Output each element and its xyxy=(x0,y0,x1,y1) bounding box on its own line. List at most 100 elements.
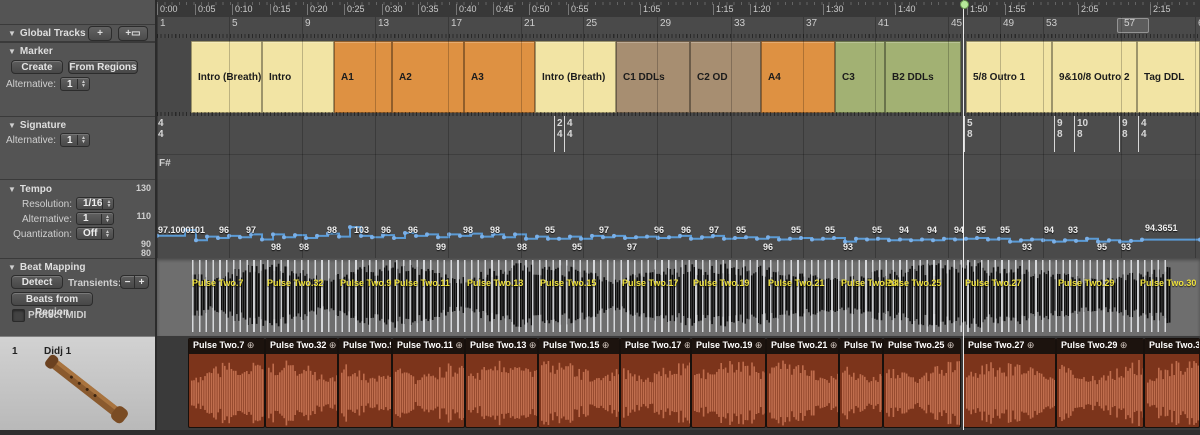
tempo-node[interactable] xyxy=(733,236,737,240)
tempo-node[interactable] xyxy=(700,235,704,239)
tempo-node[interactable] xyxy=(315,234,319,238)
tempo-node[interactable] xyxy=(568,235,572,239)
tempo-node[interactable] xyxy=(744,235,748,239)
tempo-node[interactable] xyxy=(887,238,891,242)
tempo-quantization-stepper[interactable]: Off▲▼ xyxy=(76,227,114,240)
tempo-node[interactable] xyxy=(964,237,968,241)
audio-track-lane[interactable]: Pulse Two.7 ⊕Pulse Two.32 ⊕Pulse Two.9 ⊕… xyxy=(157,336,1200,430)
tempo-node[interactable] xyxy=(524,237,528,241)
marker-region[interactable]: B2 DDLs xyxy=(885,41,961,113)
marker-region[interactable]: Intro (Breath) xyxy=(191,41,262,113)
transient-plus-button[interactable]: + xyxy=(134,275,149,289)
marker-region[interactable]: Tag DDL xyxy=(1137,41,1200,113)
tempo-node[interactable] xyxy=(920,237,924,241)
tempo-node[interactable] xyxy=(975,236,979,240)
audio-region[interactable]: Pulse Two.23 ⊕ xyxy=(839,338,883,428)
signature-event[interactable]: 98 xyxy=(1057,118,1063,140)
tempo-node[interactable] xyxy=(502,235,506,239)
marker-region[interactable]: A1 xyxy=(334,41,392,113)
tempo-node[interactable] xyxy=(403,231,407,235)
bottom-scroll-strip[interactable] xyxy=(0,430,1200,435)
tempo-node[interactable] xyxy=(1140,238,1144,242)
tempo-node[interactable] xyxy=(282,235,286,239)
audio-region[interactable]: Pulse Two.32 ⊕ xyxy=(265,338,338,428)
tempo-node[interactable] xyxy=(722,237,726,241)
tempo-node[interactable] xyxy=(425,232,429,236)
stepper-arrows-icon[interactable]: ▲▼ xyxy=(102,199,114,209)
tempo-node[interactable] xyxy=(1074,239,1078,243)
tempo-node[interactable] xyxy=(194,238,198,242)
tempo-node[interactable] xyxy=(480,235,484,239)
tempo-node[interactable] xyxy=(865,237,869,241)
tempo-node[interactable] xyxy=(612,234,616,238)
audio-region[interactable]: Pulse Two.29 ⊕ xyxy=(1056,338,1144,428)
audio-region[interactable]: Pulse Two.13 ⊕ xyxy=(465,338,538,428)
tempo-node[interactable] xyxy=(1008,240,1012,244)
marker-from-regions-button[interactable]: From Regions xyxy=(68,60,138,74)
tempo-node[interactable] xyxy=(546,237,550,241)
tempo-node[interactable] xyxy=(260,237,264,241)
tempo-node[interactable] xyxy=(590,234,594,238)
tempo-node[interactable] xyxy=(777,237,781,241)
playhead[interactable] xyxy=(963,0,964,430)
marker-region[interactable]: A3 xyxy=(464,41,535,113)
disclosure-triangle-icon[interactable]: ▼ xyxy=(8,47,16,56)
tempo-node[interactable] xyxy=(1085,237,1089,241)
marker-region[interactable]: Intro (Breath) xyxy=(535,41,616,113)
marker-region[interactable]: Intro xyxy=(262,41,334,113)
audio-region[interactable]: Pulse Two.15 ⊕ xyxy=(538,338,620,428)
audio-region[interactable]: Pulse Two.11 ⊕ xyxy=(392,338,465,428)
time-ruler[interactable]: 0:000:050:100:150:200:250:300:350:400:45… xyxy=(157,0,1200,18)
tempo-node[interactable] xyxy=(689,237,693,241)
tempo-node[interactable] xyxy=(293,233,297,237)
tempo-node[interactable] xyxy=(216,236,220,240)
marker-region[interactable]: A2 xyxy=(392,41,464,113)
tempo-node[interactable] xyxy=(634,235,638,239)
beat-detect-button[interactable]: Detect xyxy=(11,275,63,289)
tempo-node[interactable] xyxy=(766,235,770,239)
disclosure-triangle-icon[interactable]: ▼ xyxy=(8,29,16,38)
marker-region[interactable]: C1 DDLs xyxy=(616,41,690,113)
tempo-node[interactable] xyxy=(1052,240,1056,244)
audio-region[interactable]: Pulse Two.9 ⊕ xyxy=(338,338,392,428)
tempo-node[interactable] xyxy=(535,235,539,239)
tempo-node[interactable] xyxy=(909,238,913,242)
tempo-node[interactable] xyxy=(623,236,627,240)
track-header[interactable]: 1 Didj 1 xyxy=(0,336,155,430)
disclosure-triangle-icon[interactable]: ▼ xyxy=(8,185,16,194)
tempo-node[interactable] xyxy=(942,237,946,241)
tempo-node[interactable] xyxy=(1063,238,1067,242)
tempo-node[interactable] xyxy=(953,237,957,241)
tempo-node[interactable] xyxy=(898,237,902,241)
signature-event[interactable]: 24 xyxy=(557,118,563,140)
stepper-arrows-icon[interactable]: ▲▼ xyxy=(77,79,89,89)
signature-event[interactable]: 58 xyxy=(967,118,973,140)
tempo-node[interactable] xyxy=(436,235,440,239)
signature-event[interactable]: 44 xyxy=(158,118,164,140)
tempo-node[interactable] xyxy=(667,235,671,239)
tempo-node[interactable] xyxy=(931,238,935,242)
protect-midi-checkbox[interactable] xyxy=(12,309,25,322)
disclosure-triangle-icon[interactable]: ▼ xyxy=(8,263,16,272)
tempo-node[interactable] xyxy=(271,232,275,236)
tempo-node[interactable] xyxy=(755,237,759,241)
stepper-arrows-icon[interactable]: ▲▼ xyxy=(101,229,113,239)
tempo-node[interactable] xyxy=(392,236,396,240)
audio-region[interactable]: Pulse Two.17 ⊕ xyxy=(620,338,691,428)
stepper-arrows-icon[interactable]: ▲▼ xyxy=(101,214,113,224)
tempo-node[interactable] xyxy=(876,237,880,241)
tempo-node[interactable] xyxy=(205,235,209,239)
tempo-node[interactable] xyxy=(337,235,341,239)
tempo-node[interactable] xyxy=(832,236,836,240)
tempo-node[interactable] xyxy=(986,237,990,241)
marker-alternative-stepper[interactable]: 1▲▼ xyxy=(60,77,90,91)
transient-minus-button[interactable]: − xyxy=(120,275,135,289)
audio-region[interactable]: Pulse Two.19 ⊕ xyxy=(691,338,766,428)
tempo-node[interactable] xyxy=(601,235,605,239)
selected-bar-highlight[interactable] xyxy=(1117,18,1149,33)
tempo-node[interactable] xyxy=(821,237,825,241)
beat-mapping-lane[interactable]: Pulse Two.7Pulse Two.32Pulse Two.9Pulse … xyxy=(157,258,1200,337)
tempo-alternative-stepper[interactable]: 1▲▼ xyxy=(76,212,114,225)
tempo-node[interactable] xyxy=(1030,237,1034,241)
tempo-node[interactable] xyxy=(304,236,308,240)
